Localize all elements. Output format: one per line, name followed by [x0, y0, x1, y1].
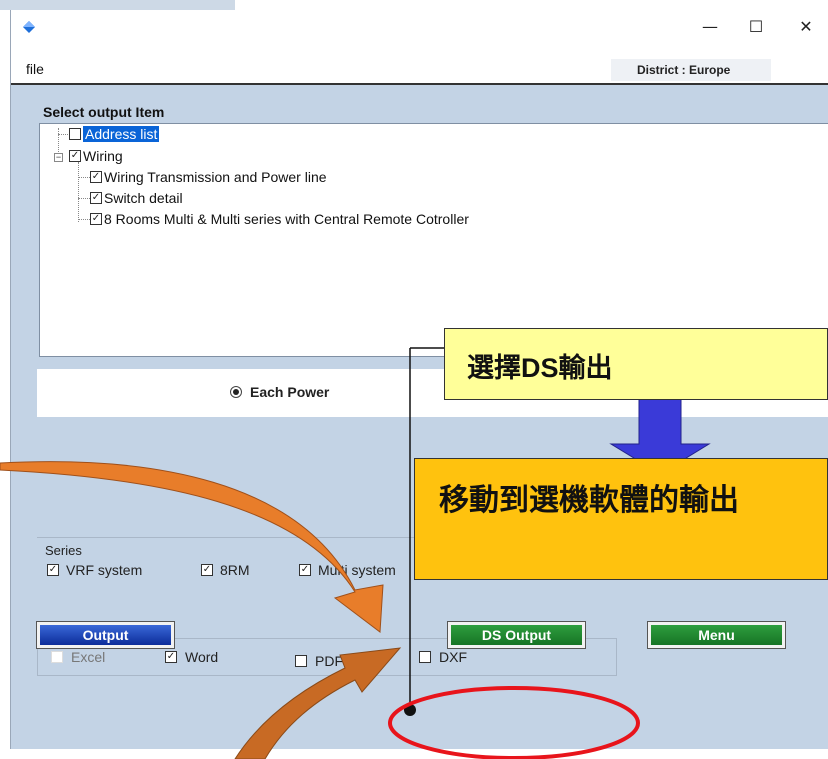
tree-item-label: 8 Rooms Multi & Multi series with Centra…: [104, 211, 469, 227]
callout-select-ds-output: 選擇DS輸出: [444, 328, 828, 400]
option-label: VRF system: [66, 562, 143, 578]
tree-connector: [78, 162, 79, 222]
option-label: PDF: [315, 653, 343, 669]
select-output-title: Select output Item: [43, 104, 165, 120]
menu-bar: file District : Europe: [11, 43, 828, 83]
checkbox[interactable]: [295, 655, 307, 667]
checkbox-checked[interactable]: ✓: [201, 564, 213, 576]
series-option-8rm[interactable]: ✓ 8RM: [201, 562, 250, 578]
menu-button[interactable]: Menu: [647, 621, 786, 649]
checkbox-checked[interactable]: ✓: [299, 564, 311, 576]
each-power-label: Each Power: [250, 384, 330, 400]
checkbox-checked[interactable]: ✓: [90, 213, 102, 225]
background-window-strip: [0, 0, 235, 10]
tree-item-address-list[interactable]: Address list: [69, 124, 160, 144]
series-title: Series: [45, 543, 82, 558]
tree-item-wiring-transmission[interactable]: ✓ Wiring Transmission and Power line: [90, 167, 327, 187]
district-label: District : Europe: [611, 59, 771, 81]
format-option-dxf[interactable]: DXF: [419, 649, 467, 665]
app-diamond-icon: [23, 21, 35, 33]
option-label: 8RM: [220, 562, 250, 578]
main-panel: Select output Item − Address list ✓ Wiri…: [11, 83, 828, 749]
title-bar[interactable]: — ☐ ✕: [11, 10, 828, 43]
checkbox[interactable]: [69, 128, 81, 140]
format-option-excel[interactable]: Excel: [51, 649, 105, 665]
maximize-button[interactable]: ☐: [733, 10, 779, 43]
checkbox-checked[interactable]: ✓: [69, 150, 81, 162]
option-label: Word: [185, 649, 219, 665]
collapse-toggle-icon[interactable]: −: [54, 153, 63, 162]
tree-item-switch-detail[interactable]: ✓ Switch detail: [90, 188, 183, 208]
menu-file[interactable]: file: [26, 61, 44, 77]
ds-output-button[interactable]: DS Output: [447, 621, 586, 649]
tree-item-label: Address list: [83, 126, 160, 142]
minimize-button[interactable]: —: [687, 10, 733, 43]
checkbox-checked[interactable]: ✓: [90, 192, 102, 204]
format-option-word[interactable]: ✓ Word: [165, 649, 218, 665]
checkbox-checked[interactable]: ✓: [90, 171, 102, 183]
checkbox[interactable]: [419, 651, 431, 663]
tree-item-label: Wiring Transmission and Power line: [104, 169, 327, 185]
checkbox-disabled[interactable]: [51, 651, 63, 663]
close-button[interactable]: ✕: [783, 10, 828, 43]
checkbox-checked[interactable]: ✓: [47, 564, 59, 576]
tree-item-8-rooms-multi[interactable]: ✓ 8 Rooms Multi & Multi series with Cent…: [90, 209, 469, 229]
series-option-multi[interactable]: ✓ Multi system: [299, 562, 396, 578]
format-option-pdf[interactable]: PDF: [295, 653, 343, 669]
tree-connector: [78, 198, 90, 199]
tree-item-wiring[interactable]: ✓ Wiring: [69, 146, 123, 166]
tree-connector: [78, 219, 90, 220]
output-item-tree[interactable]: − Address list ✓ Wiring ✓ Wiring Transmi…: [39, 123, 828, 357]
callout-move-to-output: 移動到選機軟體的輸出: [414, 458, 828, 580]
tree-item-label: Switch detail: [104, 190, 183, 206]
tree-connector: [58, 134, 68, 135]
option-label: Multi system: [318, 562, 396, 578]
tree-connector: [78, 177, 90, 178]
output-button[interactable]: Output: [36, 621, 175, 649]
option-label: Excel: [71, 649, 106, 665]
each-power-radio[interactable]: [230, 386, 242, 398]
tree-item-label: Wiring: [83, 148, 123, 164]
checkbox-checked[interactable]: ✓: [165, 651, 177, 663]
series-option-vrf[interactable]: ✓ VRF system: [47, 562, 142, 578]
option-label: DXF: [439, 649, 467, 665]
